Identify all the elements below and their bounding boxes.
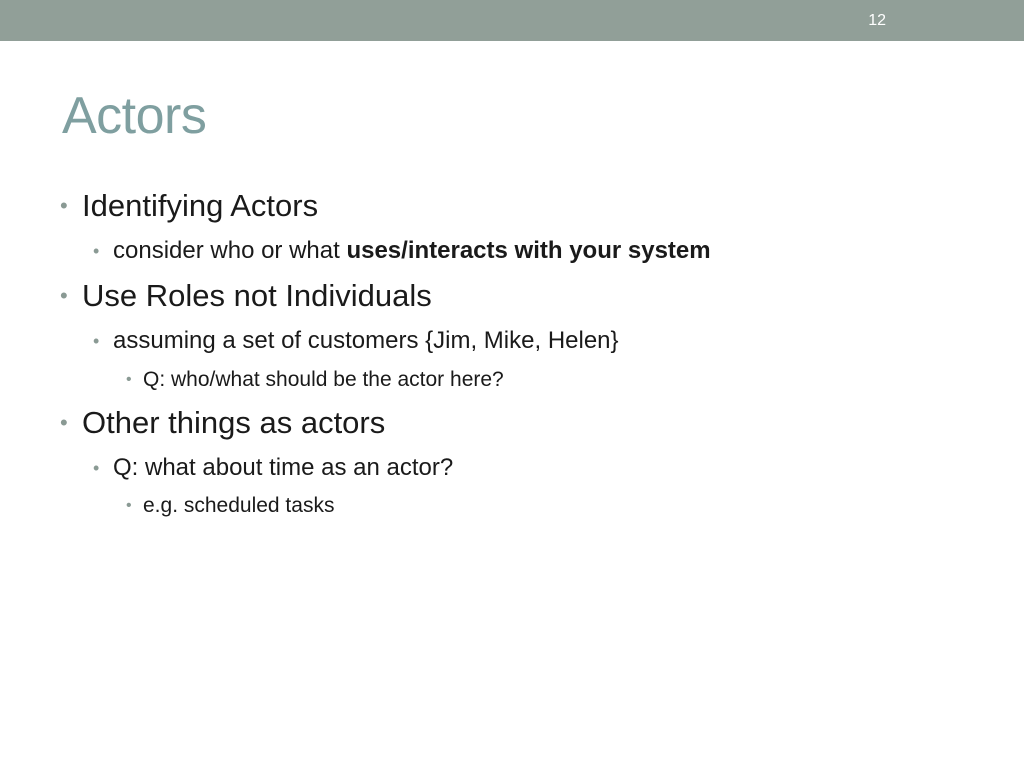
bullet-icon: • [126, 497, 132, 514]
bullet-text: Use Roles not Individuals [82, 278, 432, 313]
bullet-icon: • [126, 371, 132, 388]
bullet-text: Other things as actors [82, 405, 386, 440]
bullet-text: assuming a set of customers {Jim, Mike, … [113, 327, 619, 354]
bullet-icon: • [93, 458, 100, 478]
bullet-text: Identifying Actors [82, 188, 319, 223]
bullet-text: e.g. scheduled tasks [143, 494, 335, 517]
bullet-icon: • [60, 410, 68, 435]
bullet-question-actor: • Q: who/what should be the actor here? [126, 368, 504, 392]
bullet-use-roles: • Use Roles not Individuals [60, 278, 432, 314]
bullet-icon: • [60, 193, 68, 218]
bullet-identifying-actors: • Identifying Actors [60, 188, 319, 224]
bullet-customers-set: • assuming a set of customers {Jim, Mike… [93, 327, 619, 355]
bullet-text: Q: what about time as an actor? [113, 454, 454, 481]
bullet-list: • Identifying Actors • consider who or w… [0, 0, 1024, 768]
bullet-icon: • [60, 283, 68, 308]
bullet-icon: • [93, 241, 100, 261]
bullet-scheduled-tasks: • e.g. scheduled tasks [126, 494, 335, 518]
bullet-text-emphasis: uses/interacts with your system [346, 237, 711, 264]
bullet-text: Q: who/what should be the actor here? [143, 368, 504, 391]
bullet-time-actor: • Q: what about time as an actor? [93, 454, 454, 482]
bullet-icon: • [93, 331, 100, 351]
bullet-other-things: • Other things as actors [60, 405, 386, 441]
bullet-consider-who: • consider who or what uses/interacts wi… [93, 237, 711, 265]
bullet-text: consider who or what [113, 237, 347, 264]
